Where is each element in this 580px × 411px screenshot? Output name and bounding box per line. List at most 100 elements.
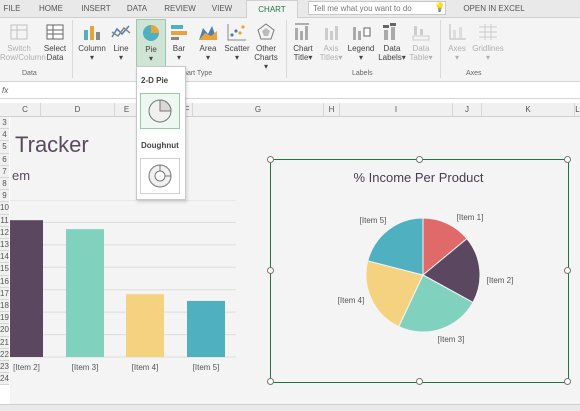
area-label: Area [199,44,217,53]
column-header[interactable]: L [575,103,580,116]
row-header[interactable]: 7 [0,165,9,178]
line-chart-button[interactable]: Line ▾ [108,22,134,62]
scatter-chart-icon [227,24,246,41]
row-header[interactable]: 5 [0,141,9,154]
row-header[interactable]: 14 [0,251,9,264]
pie-chart-dropdown: 2-D Pie Doughnut [136,66,186,200]
group-label-data: Data [22,70,37,77]
doughnut-option[interactable] [140,158,180,194]
line-label: Line [113,44,129,53]
tab-insert[interactable]: INSERT [78,0,114,17]
axes-button[interactable]: Axes ▾ [444,22,470,62]
pie-chart[interactable]: [Item 1] [Item 2] [Item 3] [Item 4] [Item 5] [320,200,520,350]
data-labels-button[interactable]: Data Labels▾ [378,22,406,62]
switch-row-column-icon [10,24,28,40]
ribbon-separator [286,20,287,78]
pie-chart-button[interactable]: Pie ▾ [136,19,166,69]
resize-handle[interactable] [416,378,423,385]
row-header[interactable]: 8 [0,178,9,191]
group-label-labels: Labels [352,70,373,77]
bar[interactable] [10,220,43,357]
ribbon-separator [72,20,73,78]
pie-2d-option[interactable] [140,93,180,129]
pie-2d-icon [148,99,172,123]
data-labels-icon [383,23,396,40]
tab-home[interactable]: HOME [34,0,68,17]
resize-handle[interactable] [267,267,274,274]
legend-label: Legend [347,44,375,53]
scatter-chart-button[interactable]: Scatter ▾ [222,22,252,62]
column-header[interactable]: C [10,103,41,116]
row-header[interactable]: 13 [0,239,9,252]
bar[interactable] [187,300,225,357]
resize-handle[interactable] [267,156,274,163]
column-header[interactable]: H [324,103,340,116]
tab-file[interactable]: FILE [0,0,24,17]
row-header[interactable]: 9 [0,190,9,203]
row-header[interactable]: 21 [0,336,9,349]
column-header[interactable]: D [41,103,115,116]
legend-button[interactable]: Legend ▾ [346,22,376,62]
dropdown-section-doughnut: Doughnut [141,141,179,150]
column-header[interactable]: I [340,103,453,116]
legend-icon [353,27,371,40]
tab-view[interactable]: VIEW [208,0,236,17]
row-header[interactable]: 20 [0,324,9,337]
column-label: Column [78,44,106,53]
doughnut-icon [148,164,172,188]
other-charts-icon [257,23,275,40]
switch-row-column-button[interactable]: Switch Row/Column [0,22,46,62]
chart-title-label-2: Title [293,53,309,62]
chart-title-button[interactable]: Chart Title▾ [290,22,316,62]
bar-category-label: [Item 3] [72,363,99,372]
scatter-label: Scatter [224,44,250,53]
bar-chart-button[interactable]: Bar ▾ [166,22,192,62]
gridlines-button[interactable]: Gridlines ▾ [470,22,506,62]
resize-handle[interactable] [267,378,274,385]
data-labels-label-2: Labels [378,53,402,62]
tab-review[interactable]: REVIEW [160,0,200,17]
row-header[interactable]: 11 [0,214,9,227]
group-label-axes: Axes [466,70,482,77]
row-header[interactable]: 4 [0,129,9,142]
row-header[interactable]: 23 [0,361,9,374]
bar[interactable] [126,294,164,357]
column-header[interactable]: G [193,103,324,116]
column-chart-button[interactable]: Column ▾ [76,22,108,62]
row-header[interactable]: 3 [0,117,9,130]
bar-label: Bar [172,44,186,53]
other-charts-button[interactable]: Other Charts ▾ [252,22,280,71]
area-chart-icon [199,26,217,40]
row-header[interactable]: 17 [0,287,9,300]
area-chart-button[interactable]: Area ▾ [194,22,222,62]
row-header[interactable]: 6 [0,153,9,166]
resize-handle[interactable] [564,378,571,385]
tab-chart[interactable]: CHART [246,0,298,18]
column-header[interactable]: K [482,103,575,116]
row-header[interactable]: 16 [0,275,9,288]
tab-data[interactable]: DATA [124,0,150,17]
resize-handle[interactable] [564,156,571,163]
resize-handle[interactable] [416,156,423,163]
select-data-label-2: Data [46,53,64,62]
row-header[interactable]: 19 [0,312,9,325]
pie-slice-label: [Item 5] [360,216,387,225]
open-in-excel-button[interactable]: OPEN IN EXCEL [456,0,532,17]
select-data-button[interactable]: Select Data [40,22,70,62]
data-table-button[interactable]: Data Table▾ [408,22,434,62]
row-header[interactable]: 18 [0,300,9,313]
formula-bar[interactable] [0,84,580,99]
tell-me-input[interactable]: Tell me what you want to do [308,1,446,15]
row-header[interactable]: 10 [0,202,9,215]
ribbon-separator [440,20,441,78]
bar-chart-icon [171,25,187,40]
resize-handle[interactable] [564,267,571,274]
axis-titles-button[interactable]: Axis Titles▾ [318,22,344,62]
bar-chart[interactable]: [Item 2] [Item 3] [Item 4] [Item 5] [10,200,240,380]
bar[interactable] [66,229,104,357]
row-header[interactable]: 15 [0,263,9,276]
row-header[interactable]: 24 [0,373,9,386]
row-header[interactable]: 12 [0,226,9,239]
column-header[interactable]: J [453,103,482,116]
row-header[interactable]: 22 [0,348,9,361]
